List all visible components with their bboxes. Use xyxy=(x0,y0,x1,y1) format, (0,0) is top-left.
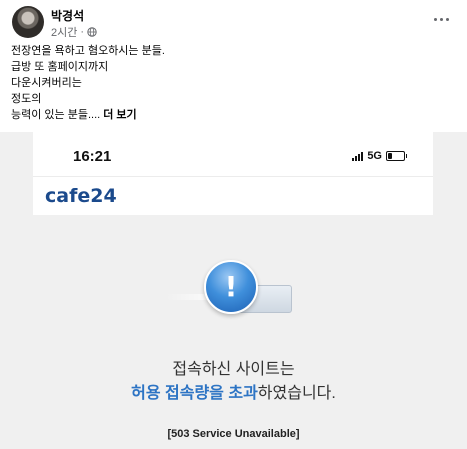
post-text-line: 정도의 xyxy=(11,93,42,105)
status-bar-time: 16:21 xyxy=(73,148,112,165)
more-horizontal-icon xyxy=(433,17,437,21)
meta-separator: · xyxy=(80,26,85,38)
post-text-line: 다운시켜버리는 xyxy=(11,77,82,89)
error-message-line1: 접속하신 사이트는 xyxy=(172,361,295,378)
network-label: 5G xyxy=(367,150,382,162)
error-message-rest: 하였습니다. xyxy=(257,385,336,402)
error-illustration: ! xyxy=(166,260,296,320)
more-dot xyxy=(445,17,449,21)
see-more-link[interactable]: 더 보기 xyxy=(103,109,136,121)
phone-screen-header: 16:21 5G cafe24 xyxy=(33,132,433,215)
post-time[interactable]: 2시간 xyxy=(51,24,77,40)
post-image[interactable]: 16:21 5G cafe24 ! 접속하신 사이트는 허용 접속량을 초과하였… xyxy=(0,132,467,449)
error-code: [503 Service Unavailable] xyxy=(167,428,300,440)
error-message-line2: 허용 접속량을 초과하였습니다. xyxy=(0,379,467,403)
post-text-line: 능력이 있는 분들.... xyxy=(11,109,101,121)
post-text: 전장연을 욕하고 혐오하시는 분들. 급방 또 홈페이지까지 다운시켜버리는 정… xyxy=(11,43,165,123)
cafe24-logo: cafe24 xyxy=(45,185,117,207)
exclamation-icon: ! xyxy=(204,260,258,314)
globe-icon xyxy=(87,27,97,37)
post-text-line: 급방 또 홈페이지까지 xyxy=(11,61,109,73)
signal-icon xyxy=(352,151,364,161)
more-dot xyxy=(439,17,443,21)
post-text-line: 전장연을 욕하고 혐오하시는 분들. xyxy=(11,45,165,57)
error-highlight: 허용 접속량을 초과 xyxy=(131,385,258,402)
avatar[interactable] xyxy=(12,6,44,38)
post-text-line-last: 능력이 있는 분들.... 더 보기 xyxy=(11,107,165,123)
post-meta: 2시간 · xyxy=(51,24,97,40)
author-name[interactable]: 박경석 xyxy=(51,7,84,24)
battery-icon xyxy=(386,151,407,161)
more-options-button[interactable] xyxy=(429,10,453,28)
status-bar-indicators: 5G xyxy=(352,150,407,162)
post-header: 박경석 2시간 · xyxy=(0,0,467,40)
header-divider xyxy=(33,176,433,177)
